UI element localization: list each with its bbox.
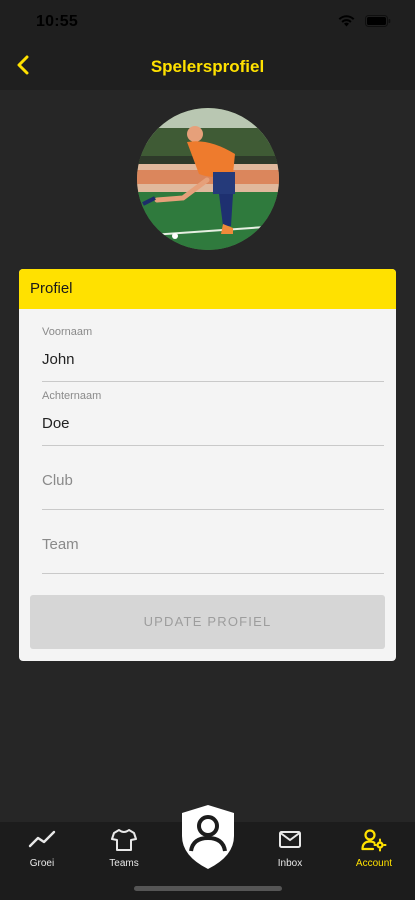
shirt-icon [111, 828, 137, 857]
last-name-label: Achternaam [42, 390, 102, 402]
first-name-label: Voornaam [42, 326, 93, 338]
tab-inbox-label: Inbox [277, 858, 303, 869]
shield-user-icon [180, 805, 236, 874]
profile-card: Profiel Voornaam John Achternaam Doe Clu… [19, 269, 396, 661]
shield-user-button[interactable] [180, 804, 236, 870]
page-title: Spelersprofiel [150, 57, 265, 76]
club-placeholder: Club [42, 472, 73, 489]
last-name-field[interactable]: Achternaam Doe [42, 390, 384, 446]
status-time: 10:55 [36, 13, 78, 30]
club-field[interactable]: Club [42, 446, 384, 510]
team-placeholder: Team [42, 536, 79, 553]
card-title: Profiel [19, 269, 396, 309]
tab-account-label: Account [355, 858, 393, 869]
tab-groei-label: Groei [29, 858, 55, 869]
status-bar: 10:55 [0, 0, 415, 44]
team-field[interactable]: Team [42, 510, 384, 574]
mail-icon [278, 828, 302, 855]
home-indicator [134, 886, 282, 891]
update-profile-button[interactable]: UPDATE PROFIEL [30, 595, 385, 649]
status-icons [338, 14, 391, 32]
header: Spelersprofiel [0, 44, 415, 90]
tab-teams-label: Teams [109, 858, 139, 869]
profile-avatar[interactable] [137, 108, 279, 250]
last-name-value: Doe [42, 415, 70, 432]
wifi-icon [338, 14, 355, 32]
user-gear-icon [361, 828, 387, 857]
trend-icon [28, 828, 56, 855]
battery-icon [365, 14, 391, 32]
first-name-value: John [42, 351, 75, 368]
first-name-field[interactable]: Voornaam John [42, 326, 384, 382]
